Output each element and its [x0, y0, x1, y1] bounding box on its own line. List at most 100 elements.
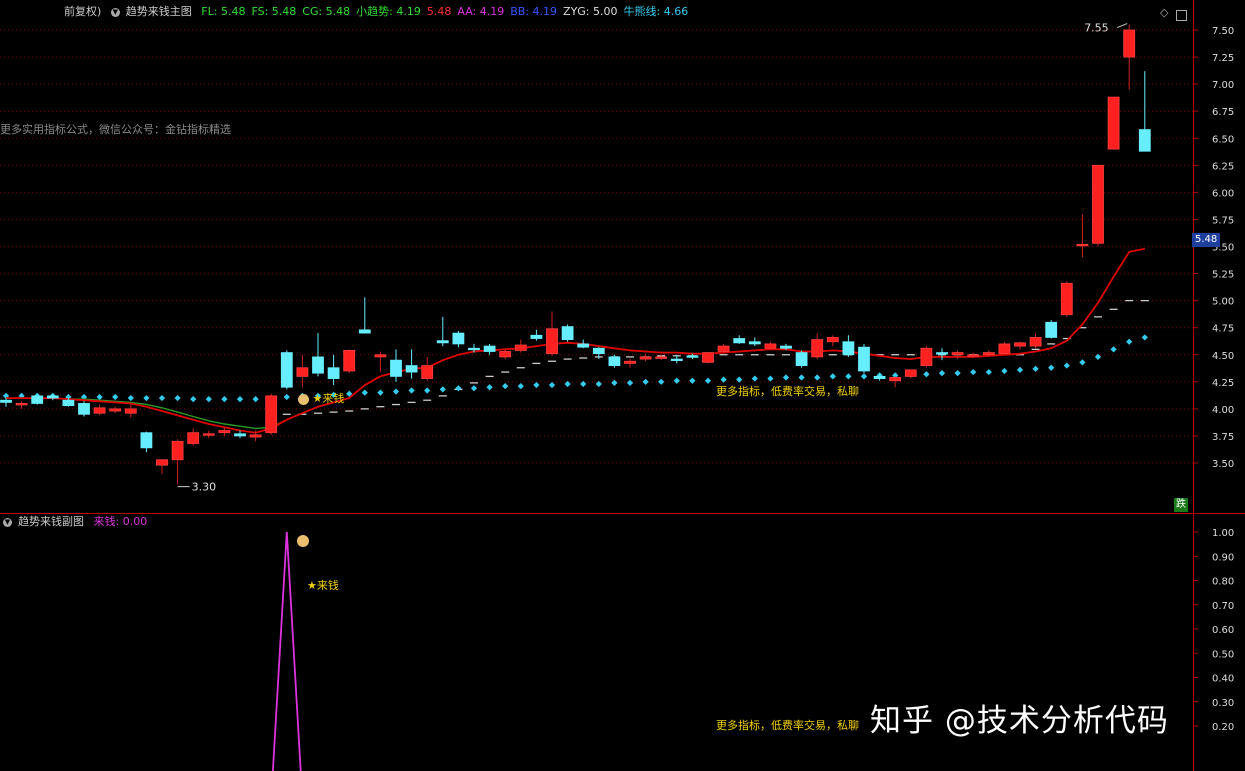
diamond-icon[interactable]: ◇ [1160, 6, 1168, 19]
candle-body-48 [748, 341, 761, 345]
bull-bear-dot-26 [408, 387, 415, 394]
main-tick-label-14: 7.00 [1212, 80, 1234, 91]
sub-tick-label-6: 0.80 [1212, 577, 1234, 588]
main-tick-label-1: 3.75 [1212, 432, 1234, 443]
sub-tick-label-4: 0.60 [1212, 625, 1234, 636]
bull-bear-dot-33 [517, 383, 524, 390]
candle-body-73 [1138, 129, 1151, 152]
bull-bear-dot-31 [486, 384, 493, 391]
axis-separator [1193, 0, 1194, 771]
sub-tick-label-7: 0.90 [1212, 552, 1234, 563]
candle-body-52 [811, 339, 824, 358]
bull-bear-dot-72 [1126, 338, 1133, 345]
candle-body-25 [390, 359, 402, 377]
candle-body-54 [842, 341, 855, 356]
main-tick-label-11: 6.25 [1212, 161, 1234, 172]
candle-body-47 [733, 338, 746, 344]
bull-bear-dot-30 [470, 385, 478, 392]
bull-bear-dot-24 [377, 389, 384, 396]
bull-bear-dot-45 [704, 377, 712, 384]
candle-body-11 [171, 440, 184, 461]
bull-bear-dot-66 [1032, 365, 1039, 372]
candle-body-8 [124, 408, 137, 414]
main-tick-label-13: 6.75 [1212, 107, 1234, 118]
sub-indicator-name[interactable]: 趋势来钱副图 [18, 515, 84, 528]
bull-bear-dot-63 [985, 368, 992, 376]
bull-bear-dot-35 [548, 381, 556, 389]
bull-bear-dots [2, 334, 1148, 403]
bull-bear-dot-47 [736, 376, 743, 383]
sub-chart-header: ▼ 趋势来钱副图 来钱: 0.00 [3, 513, 153, 531]
ma-green-line [6, 248, 1145, 430]
candle-body-50 [780, 345, 792, 349]
bull-bear-dot-40 [626, 379, 634, 387]
candle-body-7 [109, 408, 122, 412]
sub-tick-label-3: 0.50 [1212, 649, 1234, 660]
main-tick-label-6: 5.00 [1212, 297, 1234, 308]
candle-body-57 [889, 377, 902, 382]
candle-body-23 [358, 329, 371, 334]
candle-body-49 [764, 343, 777, 349]
bull-bear-dot-41 [642, 378, 649, 385]
bull-bear-dot-16 [252, 396, 259, 403]
main-signal-text: 来钱 [322, 392, 345, 405]
high-pointer [1117, 23, 1128, 29]
bull-bear-dot-10 [158, 394, 166, 402]
candle-body-68 [1060, 282, 1073, 316]
candle-body-35 [546, 328, 558, 355]
candle-body-67 [1045, 321, 1058, 338]
restore-icon[interactable] [1176, 10, 1187, 21]
bull-bear-dot-73 [1141, 334, 1148, 341]
main-tick-label-16: 7.50 [1212, 26, 1234, 37]
sub-tick-label-8: 1.00 [1212, 528, 1234, 539]
candle-body-0 [0, 399, 12, 403]
candle-body-61 [951, 352, 964, 356]
bull-bear-dot-42 [658, 378, 665, 385]
candle-body-18 [280, 352, 293, 388]
main-y-axis: 3.503.754.004.254.504.755.005.255.505.75… [1193, 26, 1234, 470]
bull-bear-dot-51 [798, 374, 805, 381]
bull-bear-dot-39 [611, 379, 618, 387]
candle-body-15 [234, 433, 246, 437]
main-tick-label-15: 7.25 [1212, 53, 1234, 64]
bull-bear-dot-27 [424, 387, 431, 394]
candle-body-34 [530, 334, 543, 339]
candle-body-58 [904, 369, 917, 377]
bull-bear-dot-28 [439, 386, 446, 393]
sub-y-axis: 0.20 0.30 0.40 0.50 0.60 0.70 0.80 0.90 1.00 [1193, 528, 1234, 733]
bull-bear-dot-7 [112, 393, 119, 401]
bull-bear-dot-55 [860, 373, 868, 380]
candle-body-24 [374, 354, 387, 358]
panel-separator [0, 513, 1245, 514]
money-bag-icon [298, 393, 309, 405]
bull-bear-dot-60 [938, 370, 946, 377]
bull-bear-dot-12 [190, 396, 197, 403]
current-price-tag: 5.48 [1192, 233, 1221, 247]
candle-body-53 [826, 337, 839, 343]
bull-bear-dot-49 [767, 375, 774, 382]
candle-body-32 [499, 351, 512, 358]
candle-body-27 [421, 365, 434, 379]
candle-body-12 [187, 432, 200, 444]
bull-bear-dot-46 [720, 376, 727, 383]
candle-body-51 [795, 352, 808, 366]
candle-body-40 [624, 360, 636, 364]
sub-ad-note: 更多指标，低费率交易，私聊 [716, 719, 859, 732]
bull-bear-dot-50 [782, 374, 790, 381]
sub-star-icon: ★ [307, 579, 317, 592]
bull-bear-dot-62 [970, 368, 977, 376]
candle-body-29 [452, 332, 465, 345]
bull-bear-dot-32 [502, 383, 509, 390]
candle-body-28 [436, 340, 449, 344]
sub-signal-text: 来钱 [316, 579, 339, 592]
bull-bear-dot-69 [1079, 359, 1086, 366]
bull-bear-dot-37 [580, 380, 587, 388]
candle-body-64 [998, 343, 1011, 355]
high-label: 7.55 [1084, 22, 1109, 35]
candle-body-66 [1029, 337, 1042, 347]
bull-bear-dot-61 [954, 370, 961, 377]
bull-bear-dot-52 [814, 374, 821, 381]
sub-tick-label-5: 0.70 [1212, 601, 1234, 612]
sub-indicator-menu-icon[interactable]: ▼ [3, 517, 12, 527]
main-tick-label-7: 5.25 [1212, 270, 1234, 281]
